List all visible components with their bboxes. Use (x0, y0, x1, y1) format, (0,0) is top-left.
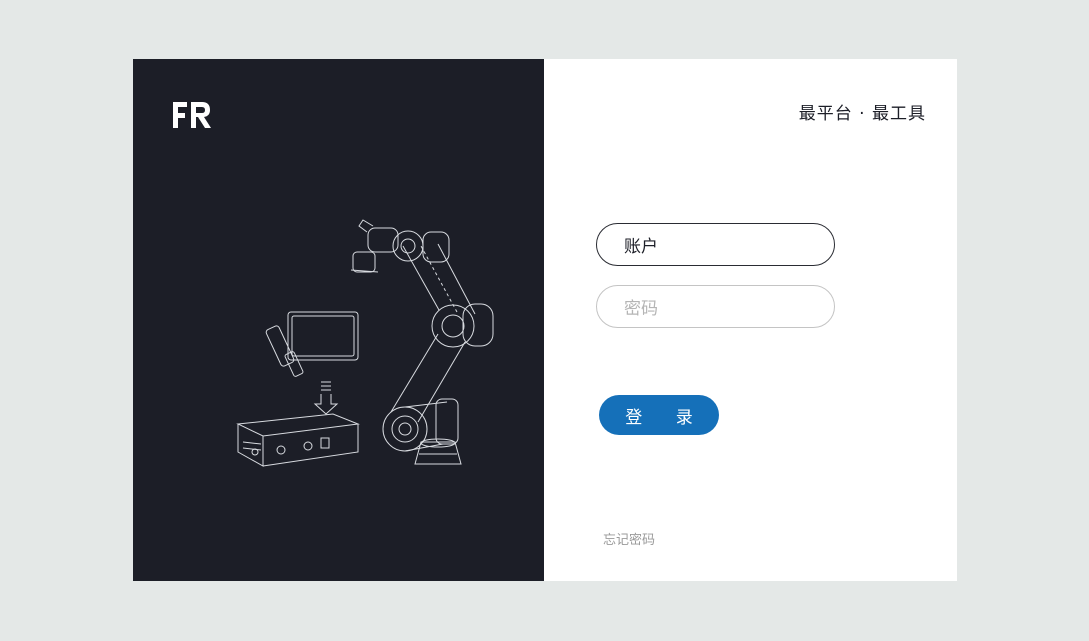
slogan-text: 最平台 · 最工具 (798, 104, 926, 124)
fr-logo (173, 102, 211, 128)
login-panel: 最平台 · 最工具 账户 密码 登 录 忘记密码 (544, 59, 957, 581)
login-card: 最平台 · 最工具 账户 密码 登 录 忘记密码 (133, 59, 957, 581)
account-input[interactable]: 账户 (596, 223, 835, 266)
login-button[interactable]: 登 录 (599, 395, 719, 435)
robot-arm-icon (236, 219, 494, 467)
forgot-password-link[interactable]: 忘记密码 (603, 529, 655, 548)
password-input[interactable]: 密码 (596, 285, 835, 328)
brand-panel (133, 59, 544, 581)
